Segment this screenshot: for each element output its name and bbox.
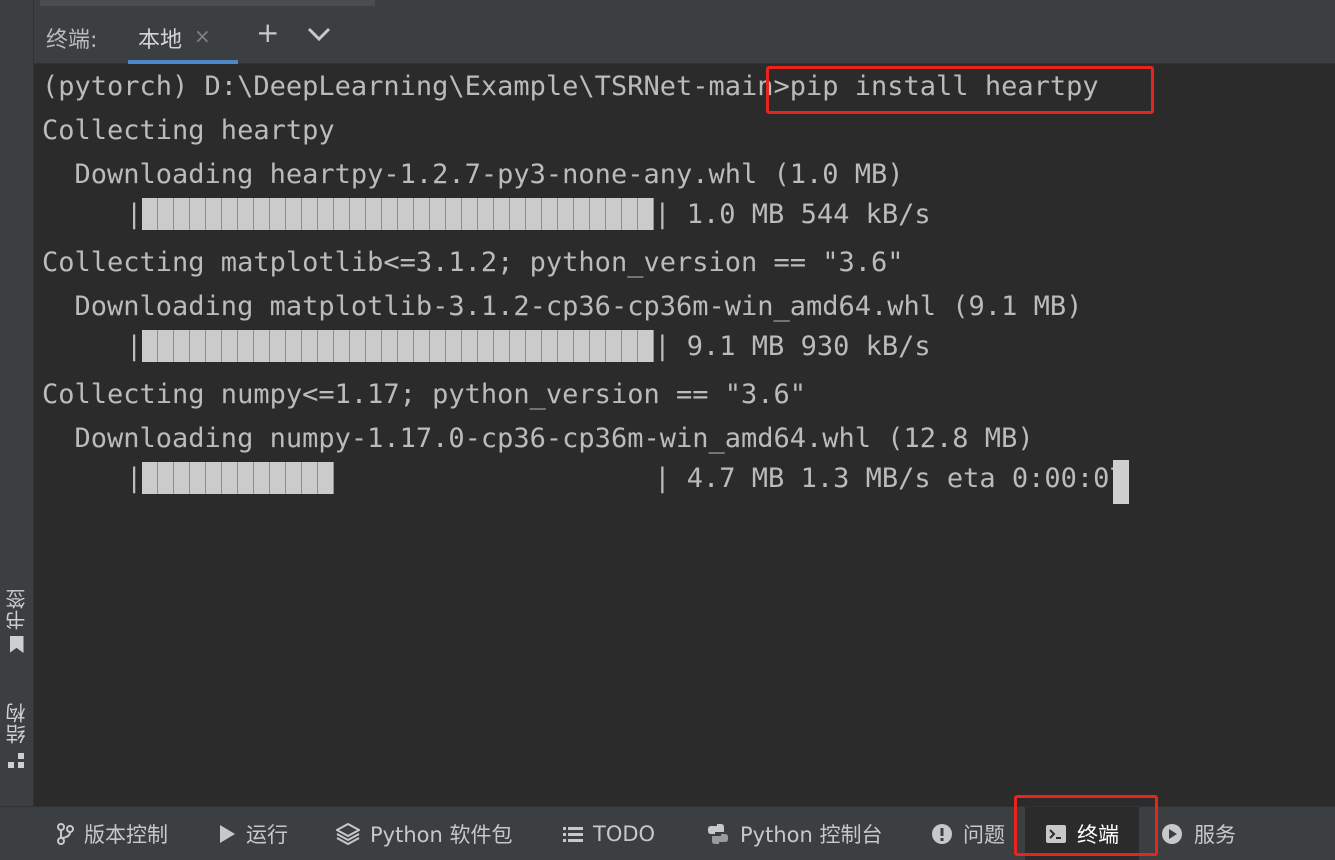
progress-fill	[142, 462, 335, 494]
output-line: Collecting matplotlib<=3.1.2; python_ver…	[42, 247, 904, 278]
python-icon	[706, 822, 730, 846]
terminal-output[interactable]: (pytorch) D:\DeepLearning\Example\TSRNet…	[42, 66, 1332, 806]
play-icon	[218, 824, 236, 844]
add-tab-button[interactable]: +	[256, 18, 279, 48]
structure-label: 结构	[5, 702, 29, 744]
progress-bar-row: | | 1.0 MB 544 kB/s	[126, 198, 931, 230]
tool-label: TODO	[593, 821, 656, 846]
close-icon[interactable]: ×	[194, 24, 211, 48]
bookmarks-tool-button[interactable]: 书签	[0, 588, 33, 653]
services-icon	[1160, 823, 1184, 845]
tool-todo[interactable]: TODO	[563, 807, 655, 860]
progress-status: | 9.1 MB 930 kB/s	[654, 330, 931, 362]
tool-label: Python 控制台	[740, 822, 883, 847]
chevron-down-icon[interactable]	[306, 25, 332, 43]
progress-fill	[142, 198, 655, 230]
terminal-tool-highlight-box	[1014, 795, 1158, 856]
prompt-path: (pytorch) D:\DeepLearning\Example\TSRNet…	[42, 71, 790, 102]
output-line: Downloading numpy-1.17.0-cp36-cp36m-win_…	[42, 423, 1034, 454]
progress-status: | 1.0 MB 544 kB/s	[654, 198, 931, 230]
git-branch-icon	[56, 822, 74, 845]
layers-icon	[336, 822, 360, 845]
structure-icon	[7, 752, 26, 770]
structure-tool-button[interactable]: 结构	[0, 702, 33, 770]
output-line: Downloading matplotlib-3.1.2-cp36-cp36m-…	[42, 291, 1083, 322]
bookmarks-label: 书签	[5, 588, 29, 630]
tool-python-console[interactable]: Python 控制台	[706, 807, 882, 860]
tool-label: 问题	[963, 822, 1005, 847]
progress-bar-row: | | 9.1 MB 930 kB/s	[126, 330, 931, 362]
terminal-tab-header: 终端: 本地 × +	[34, 9, 1335, 64]
active-tab-indicator	[128, 60, 238, 64]
tool-version-control[interactable]: 版本控制	[56, 807, 168, 860]
tool-label: 版本控制	[84, 822, 168, 847]
tool-python-packages[interactable]: Python 软件包	[336, 807, 512, 860]
output-line: Collecting numpy<=1.17; python_version =…	[42, 379, 807, 410]
tool-services[interactable]: 服务	[1160, 807, 1236, 860]
progress-track	[142, 198, 655, 230]
tool-problems[interactable]: 问题	[931, 807, 1005, 860]
tool-label: 服务	[1194, 822, 1236, 847]
progress-track	[142, 330, 655, 362]
progress-prefix: |	[126, 330, 143, 362]
progress-fill	[142, 330, 655, 362]
progress-status: | 4.7 MB 1.3 MB/s eta 0:00:07	[654, 462, 1126, 494]
progress-prefix: |	[126, 462, 143, 494]
output-line: Collecting heartpy	[42, 115, 335, 146]
output-line: Downloading heartpy-1.2.7-py3-none-any.w…	[42, 159, 904, 190]
tool-label: Python 软件包	[370, 822, 513, 847]
bookmark-icon	[9, 636, 24, 653]
progress-bar-row: | | 4.7 MB 1.3 MB/s eta 0:00:07	[126, 462, 1126, 494]
tool-window-title: 终端:	[46, 28, 98, 53]
editor-tab-remnant	[40, 0, 375, 6]
tab-local-label: 本地	[138, 28, 183, 53]
command-highlight-box	[766, 66, 1154, 114]
list-icon	[563, 825, 583, 843]
progress-prefix: |	[126, 198, 143, 230]
tool-run[interactable]: 运行	[218, 807, 288, 860]
progress-track	[142, 462, 654, 494]
warning-icon	[931, 823, 953, 845]
terminal-cursor	[1113, 460, 1129, 504]
left-tool-stripe: 书签 结构	[0, 0, 34, 806]
tab-local[interactable]: 本地 ×	[128, 9, 238, 64]
editor-top-strip	[0, 0, 1335, 9]
tool-label: 运行	[246, 822, 288, 847]
